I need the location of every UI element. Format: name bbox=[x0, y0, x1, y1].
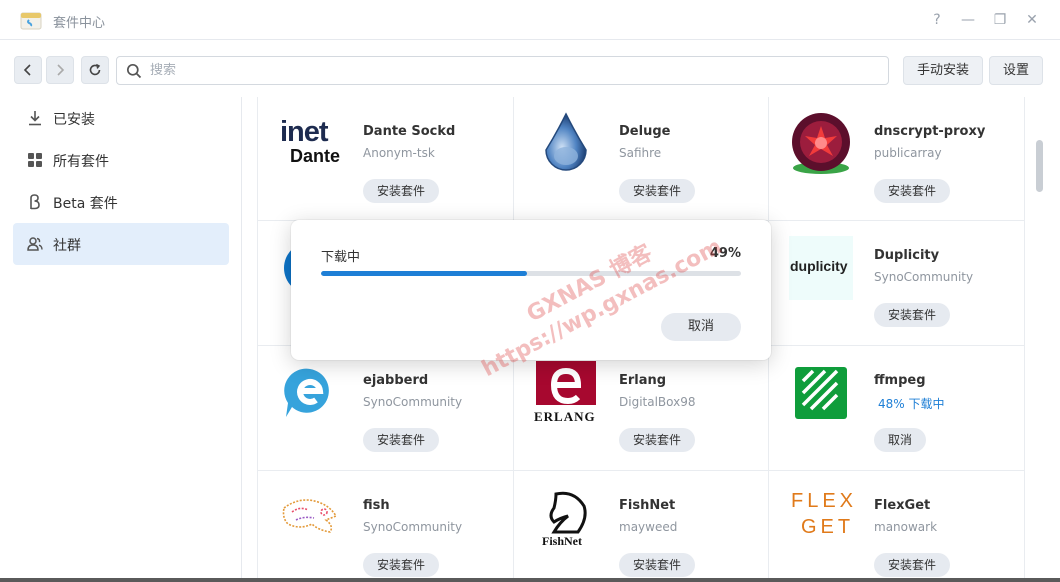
sidebar-item-label: 所有套件 bbox=[53, 154, 109, 170]
refresh-button[interactable] bbox=[81, 56, 109, 84]
install-button[interactable]: 安装套件 bbox=[363, 179, 440, 203]
flexget-logo: FLEX GET bbox=[791, 490, 858, 538]
package-card-deluge[interactable]: Deluge Safihre 安装套件 bbox=[514, 97, 769, 222]
duplicity-logo: duplicity bbox=[789, 236, 853, 300]
scrollbar[interactable] bbox=[1036, 140, 1043, 192]
package-card-ejabberd[interactable]: ejabberd SynoCommunity 安装套件 bbox=[258, 346, 513, 471]
download-icon bbox=[29, 111, 41, 126]
package-name: fish bbox=[363, 498, 390, 513]
package-publisher: mayweed bbox=[619, 520, 678, 534]
package-name: FishNet bbox=[619, 498, 676, 513]
package-publisher: publicarray bbox=[874, 146, 942, 160]
install-button[interactable]: 安装套件 bbox=[619, 553, 696, 577]
chevron-left-icon bbox=[23, 64, 31, 76]
package-name: ffmpeg bbox=[874, 373, 926, 388]
package-card-duplicity[interactable]: duplicity Duplicity SynoCommunity 安装套件 bbox=[769, 221, 1024, 346]
fishnet-logo-text: FishNet bbox=[542, 534, 582, 548]
inet-dante-logo: inet Dante bbox=[280, 116, 341, 166]
package-name: ejabberd bbox=[363, 373, 429, 388]
dialog-title: 下载中 bbox=[321, 250, 361, 265]
progress-bar-fill bbox=[321, 271, 527, 276]
manual-install-button[interactable]: 手动安装 bbox=[903, 56, 983, 85]
package-publisher: SynoCommunity bbox=[363, 395, 463, 409]
grid-icon bbox=[28, 153, 42, 167]
install-button[interactable]: 安装套件 bbox=[874, 179, 951, 203]
forward-button[interactable] bbox=[46, 56, 74, 84]
window-title: 套件中心 bbox=[53, 16, 106, 31]
deluge-drop-logo bbox=[545, 112, 587, 171]
package-publisher: Anonym-tsk bbox=[363, 146, 435, 160]
fish-logo bbox=[282, 499, 338, 533]
sidebar-item-label: 社群 bbox=[53, 238, 81, 254]
install-button[interactable]: 安装套件 bbox=[363, 428, 440, 452]
close-icon[interactable]: ✕ bbox=[1022, 10, 1042, 30]
back-button[interactable] bbox=[14, 56, 42, 84]
title-bar: 套件中心 ? — ❐ ✕ bbox=[0, 0, 1060, 40]
sidebar-item-label: 已安装 bbox=[53, 112, 95, 128]
sidebar: 已安装 所有套件 Beta 套件 社群 bbox=[0, 97, 242, 578]
progress-bar bbox=[321, 271, 741, 276]
package-center-app-icon bbox=[20, 12, 42, 30]
download-progress-dialog: 下载中 49% 取消 bbox=[291, 220, 771, 360]
package-card-erlang[interactable]: ERLANG Erlang DigitalBox98 安装套件 bbox=[514, 346, 769, 471]
help-icon[interactable]: ? bbox=[927, 10, 947, 30]
package-card-flexget[interactable]: FLEX GET FlexGet manowark 安装套件 bbox=[769, 471, 1024, 578]
sidebar-item-beta[interactable]: Beta 套件 bbox=[13, 181, 229, 223]
package-publisher: SynoCommunity bbox=[363, 520, 463, 534]
install-button[interactable]: 安装套件 bbox=[874, 553, 951, 577]
package-publisher: Safihre bbox=[619, 146, 662, 160]
community-icon bbox=[27, 237, 43, 251]
search-input[interactable] bbox=[150, 60, 870, 81]
maximize-icon[interactable]: ❐ bbox=[990, 10, 1010, 30]
settings-button[interactable]: 设置 bbox=[989, 56, 1043, 85]
package-name: Erlang bbox=[619, 373, 667, 388]
beta-icon bbox=[30, 194, 40, 210]
package-name: Dante Sockd bbox=[363, 124, 456, 139]
erlang-logo-text: ERLANG bbox=[534, 409, 596, 424]
package-card-dante-sockd[interactable]: inet Dante Dante Sockd Anonym-tsk 安装套件 bbox=[258, 97, 513, 222]
progress-percent: 49% bbox=[709, 246, 741, 261]
install-button[interactable]: 安装套件 bbox=[874, 303, 951, 327]
sidebar-item-community[interactable]: 社群 bbox=[13, 223, 229, 265]
cancel-download-button[interactable]: 取消 bbox=[874, 428, 927, 452]
search-icon bbox=[126, 63, 142, 79]
package-publisher: manowark bbox=[874, 520, 938, 534]
ejabberd-logo bbox=[284, 368, 329, 417]
package-publisher: SynoCommunity bbox=[874, 270, 974, 284]
package-name: Duplicity bbox=[874, 248, 940, 263]
package-publisher: DigitalBox98 bbox=[619, 395, 696, 409]
package-card-fish[interactable]: fish SynoCommunity 安装套件 bbox=[258, 471, 513, 578]
minimize-icon[interactable]: — bbox=[958, 10, 978, 30]
dnscrypt-logo bbox=[792, 113, 850, 174]
refresh-icon bbox=[89, 63, 101, 76]
package-name: Deluge bbox=[619, 124, 671, 139]
install-button[interactable]: 安装套件 bbox=[363, 553, 440, 577]
package-card-dnscrypt-proxy[interactable]: dnscrypt-proxy publicarray 安装套件 bbox=[769, 97, 1024, 222]
package-card-ffmpeg[interactable]: ffmpeg 48% 下载中 取消 bbox=[769, 346, 1024, 471]
sidebar-item-label: Beta 套件 bbox=[53, 196, 118, 212]
package-center-window: 套件中心 ? — ❐ ✕ 手动安装 设置 已安装 所有套件 bbox=[0, 0, 1060, 578]
package-name: dnscrypt-proxy bbox=[874, 124, 986, 139]
package-card-fishnet[interactable]: FishNet FishNet mayweed 安装套件 bbox=[514, 471, 769, 578]
install-button[interactable]: 安装套件 bbox=[619, 179, 696, 203]
install-button[interactable]: 安装套件 bbox=[619, 428, 696, 452]
toolbar: 手动安装 设置 bbox=[0, 41, 1060, 97]
download-status: 48% 下载中 bbox=[878, 397, 945, 411]
search-box[interactable] bbox=[116, 56, 889, 85]
grid-divider bbox=[1024, 97, 1025, 578]
ffmpeg-logo bbox=[795, 367, 847, 419]
sidebar-item-installed[interactable]: 已安装 bbox=[13, 97, 229, 139]
dialog-cancel-button[interactable]: 取消 bbox=[661, 313, 741, 341]
package-name: FlexGet bbox=[874, 498, 931, 513]
chevron-right-icon bbox=[57, 64, 65, 76]
sidebar-item-all-packages[interactable]: 所有套件 bbox=[13, 139, 229, 181]
